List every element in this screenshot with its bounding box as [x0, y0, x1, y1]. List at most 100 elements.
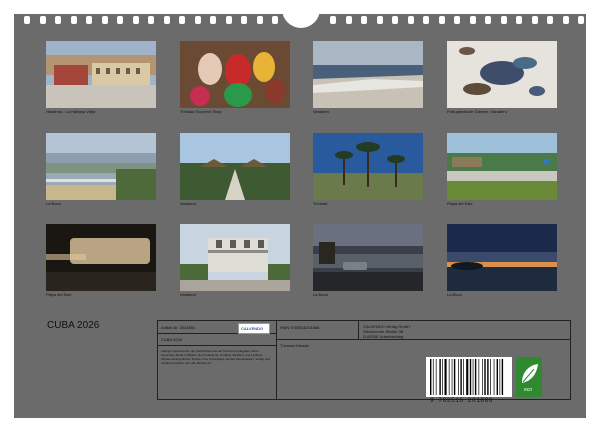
binding-hole [272, 16, 278, 24]
photo-caption: La Boca [46, 201, 61, 206]
coast-photo-icon [46, 133, 156, 200]
binding-hole [194, 16, 201, 24]
photo-villa [180, 224, 290, 291]
divider [358, 321, 359, 339]
binding-hole [500, 16, 507, 24]
villa-photo-icon [180, 224, 290, 291]
barcode-bar [453, 359, 456, 395]
photo-caption: La Boca [313, 292, 328, 297]
photo-car-dusk [313, 224, 423, 291]
barcode-bar [496, 359, 498, 395]
palms-photo-icon [313, 133, 423, 200]
barcode-bar [472, 359, 474, 395]
binding-hole [179, 16, 185, 24]
photo-caption: Portugiesische Galeere, Varadero [447, 109, 507, 114]
photo-sunset [447, 224, 557, 291]
barcode-bar [466, 359, 469, 395]
photo-beach [313, 41, 423, 108]
sunset-photo-icon [447, 224, 557, 291]
photo-caption: Trinidad [313, 201, 328, 206]
barcode-bar [430, 359, 432, 395]
binding-hole [330, 16, 336, 24]
binding-hole [24, 16, 30, 24]
huts-photo-icon [180, 133, 290, 200]
binding-hole [210, 16, 216, 24]
park-photo-icon [447, 133, 557, 200]
binding-hole [225, 16, 232, 24]
binding-hole [454, 16, 460, 24]
photo-plaza [46, 41, 156, 108]
divider [158, 345, 276, 346]
barcode-bar [487, 359, 489, 395]
beach-photo-icon [313, 41, 423, 108]
photographer: Thomas Häusler [280, 343, 310, 348]
binding-hole [361, 16, 367, 24]
photo-caption: Havanna - La Habana Vieja [46, 109, 96, 114]
article-number: Artikel-Nr. 2034654 [161, 325, 196, 330]
binding-hole [547, 16, 553, 24]
binding-hole [86, 16, 92, 24]
binding-hole [407, 16, 414, 24]
binding-hole [256, 16, 263, 24]
barcode-bar [442, 359, 443, 395]
barcode-bar [482, 359, 483, 395]
barcode-bar [451, 359, 453, 395]
barcode-bar [501, 359, 504, 395]
binding-hole [241, 16, 247, 24]
barcode [426, 357, 512, 397]
photo-caption: La Boca [447, 292, 462, 297]
binding-hole [132, 16, 139, 24]
divider [276, 321, 277, 399]
photo-caption: Varadero [313, 109, 330, 114]
barcode-bar [432, 359, 434, 395]
barcode-bar [458, 359, 459, 395]
binding-hole [345, 16, 352, 24]
binding-hole [148, 16, 154, 24]
binding-hole [438, 16, 445, 24]
barcode-bar [463, 359, 464, 395]
bus-night-photo-icon [46, 224, 156, 291]
eco-label: eco [516, 357, 542, 397]
photo-caption: Playa del Este [447, 201, 473, 206]
calvendo-logo: CALVENDO [238, 323, 270, 334]
photo-park [447, 133, 557, 200]
logo-text: CALVENDO [241, 326, 264, 331]
divider [276, 339, 570, 340]
barcode-bar [490, 359, 491, 395]
photo-huts [180, 133, 290, 200]
photo-caption: Playa del Este [46, 292, 72, 297]
barcode-bar [484, 359, 486, 395]
plaza-photo-icon [46, 41, 156, 108]
binding-hole [376, 16, 383, 24]
binding-hole [70, 16, 77, 24]
photo-bus-night [46, 224, 156, 291]
product-title: CUBA 2026 [161, 337, 182, 342]
binding-hole [485, 16, 491, 24]
binding-hole [39, 16, 46, 24]
photo-caption: Trinidad Souvenir Shop [180, 109, 222, 114]
barcode-bar [474, 359, 477, 395]
barcode-bar [439, 359, 441, 395]
binding-hole [423, 16, 429, 24]
binding-hole [562, 16, 569, 24]
barcode-number: 9 783516 201888 [430, 397, 494, 404]
binding-hole [578, 16, 584, 24]
photo-caption: Varadero [180, 292, 197, 297]
souvenir-photo-icon [180, 41, 290, 108]
isbn: ISBN 9783516201888 [280, 325, 320, 330]
barcode-bar [448, 359, 450, 395]
photo-jellyfish [447, 41, 557, 108]
jellyfish-photo-icon [447, 41, 557, 108]
photo-palms [313, 133, 423, 200]
product-description: Farbige Impressionen der Karibikinsel au… [161, 349, 270, 365]
binding-hole [469, 16, 476, 24]
eco-text: eco [524, 387, 533, 393]
barcode-bar [478, 359, 480, 395]
barcode-bar [460, 359, 462, 395]
publisher-city: D-82008 Unterhaching [363, 334, 404, 339]
binding-hole [117, 16, 123, 24]
photo-coast [46, 133, 156, 200]
calendar-back-sheet: Havanna - La Habana Vieja Trinidad Souve… [14, 6, 586, 418]
car-dusk-photo-icon [313, 224, 423, 291]
binding-hole [516, 16, 522, 24]
